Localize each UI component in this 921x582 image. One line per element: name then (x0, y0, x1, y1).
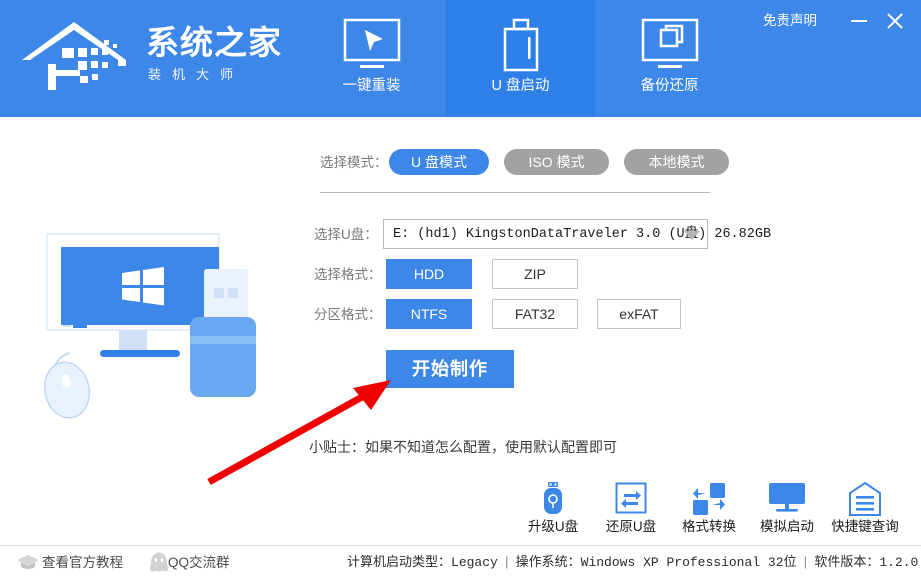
partition-option-fat32[interactable]: FAT32 (492, 299, 578, 329)
toolbar-item-usb-restore[interactable]: 还原U盘 (592, 480, 670, 542)
minimize-button[interactable] (845, 8, 873, 34)
usb-drive-icon (503, 18, 538, 72)
section-divider (320, 192, 710, 193)
usb-select-value: E: (hd1) KingstonDataTraveler 3.0 (U盘) 2… (393, 227, 772, 242)
restore-refresh-icon (615, 482, 647, 514)
close-icon (887, 13, 903, 29)
tab-backup-restore[interactable]: 备份还原 (595, 0, 744, 117)
toolbar-item-simulate-boot[interactable]: 模拟启动 (748, 480, 826, 542)
partition-row-label: 分区格式： (314, 307, 382, 322)
tab-label: 备份还原 (640, 78, 699, 94)
version-label: 软件版本： (814, 555, 880, 570)
tip-text: 小贴士：如果不知道怎么配置，使用默认配置即可 (309, 439, 617, 455)
toolbar-item-usb-upgrade[interactable]: 升级U盘 (514, 480, 592, 542)
logo-subtitle: 装机大师 (148, 67, 245, 82)
mode-option-iso[interactable]: ISO 模式 (504, 149, 609, 175)
format-row-label: 选择格式： (314, 267, 382, 282)
tab-label: 一键重装 (342, 78, 401, 94)
boot-type-value: Legacy (451, 555, 498, 570)
app-logo: 系统之家 装机大师 (18, 12, 298, 102)
boot-type-label: 计算机启动类型： (347, 555, 452, 570)
system-info-text: 计算机启动类型：Legacy | 操作系统：Windows XP Professio… (347, 556, 921, 569)
mode-option-local[interactable]: 本地模式 (624, 149, 729, 175)
mode-option-usb[interactable]: U 盘模式 (389, 149, 489, 175)
os-value: Windows XP Professional 32位 (580, 555, 797, 570)
usb-upgrade-icon (544, 482, 562, 514)
close-button[interactable] (881, 8, 909, 34)
toolbar-item-label: 升级U盘 (527, 519, 579, 534)
cursor-screen-icon (343, 18, 400, 68)
info-separator-2: | (801, 555, 810, 570)
toolbar-item-shortcut-query[interactable]: 快捷键查询 (826, 480, 904, 542)
view-tutorial-link[interactable]: 查看官方教程 (42, 556, 123, 570)
toolbar-item-label: 还原U盘 (605, 519, 657, 534)
usb-select-dropdown[interactable]: E: (hd1) KingstonDataTraveler 3.0 (U盘) 2… (383, 219, 771, 249)
partition-option-ntfs[interactable]: NTFS (386, 299, 472, 329)
disclaimer-link[interactable]: 免责声明 (763, 14, 817, 28)
version-value: 1.2.0.0 (879, 555, 921, 570)
tab-label: U 盘启动 (491, 78, 550, 94)
info-separator-1: | (502, 555, 511, 570)
app-window: 系统之家 装机大师 一键重装 U 盘启动 备份还原 免责声明 选择模式： U 盘… (0, 0, 921, 582)
app-header: 系统之家 装机大师 一键重装 U 盘启动 备份还原 免责声明 (0, 0, 921, 117)
pc-usb-illustration (22, 212, 302, 447)
qq-group-link[interactable]: QQ交流群 (168, 556, 230, 570)
format-convert-icon (693, 483, 725, 515)
graduation-cap-icon (17, 555, 39, 569)
format-option-hdd[interactable]: HDD (386, 259, 472, 289)
logo-mark-icon (22, 22, 126, 90)
toolbar-item-label: 快捷键查询 (831, 519, 899, 534)
minimize-icon (851, 20, 867, 22)
format-option-zip[interactable]: ZIP (492, 259, 578, 289)
toolbar-item-format-convert[interactable]: 格式转换 (670, 480, 748, 542)
os-label: 操作系统： (515, 555, 581, 570)
toolbar-item-label: 格式转换 (682, 519, 736, 534)
toolbar-item-label: 模拟启动 (760, 519, 814, 534)
start-make-button[interactable]: 开始制作 (386, 350, 514, 388)
chevron-down-icon (684, 231, 700, 240)
qq-penguin-icon (150, 552, 168, 572)
tab-one-click-reinstall[interactable]: 一键重装 (297, 0, 446, 117)
mode-row-label: 选择模式： (320, 155, 388, 170)
monitor-icon (769, 483, 805, 512)
usb-row-label: 选择U盘： (314, 227, 378, 242)
status-bar: 查看官方教程 QQ交流群 计算机启动类型：Legacy | 操作系统：Windows… (0, 545, 921, 582)
copy-screen-icon (641, 18, 698, 68)
tab-usb-boot[interactable]: U 盘启动 (446, 0, 595, 117)
partition-option-exfat[interactable]: exFAT (597, 299, 681, 329)
shortcut-list-icon (849, 482, 881, 516)
logo-title: 系统之家 (146, 24, 282, 61)
bottom-toolbar: 升级U盘 还原U盘 格式转换 模拟启动 快捷键查询 (500, 480, 921, 542)
illustration-icon (44, 233, 256, 419)
